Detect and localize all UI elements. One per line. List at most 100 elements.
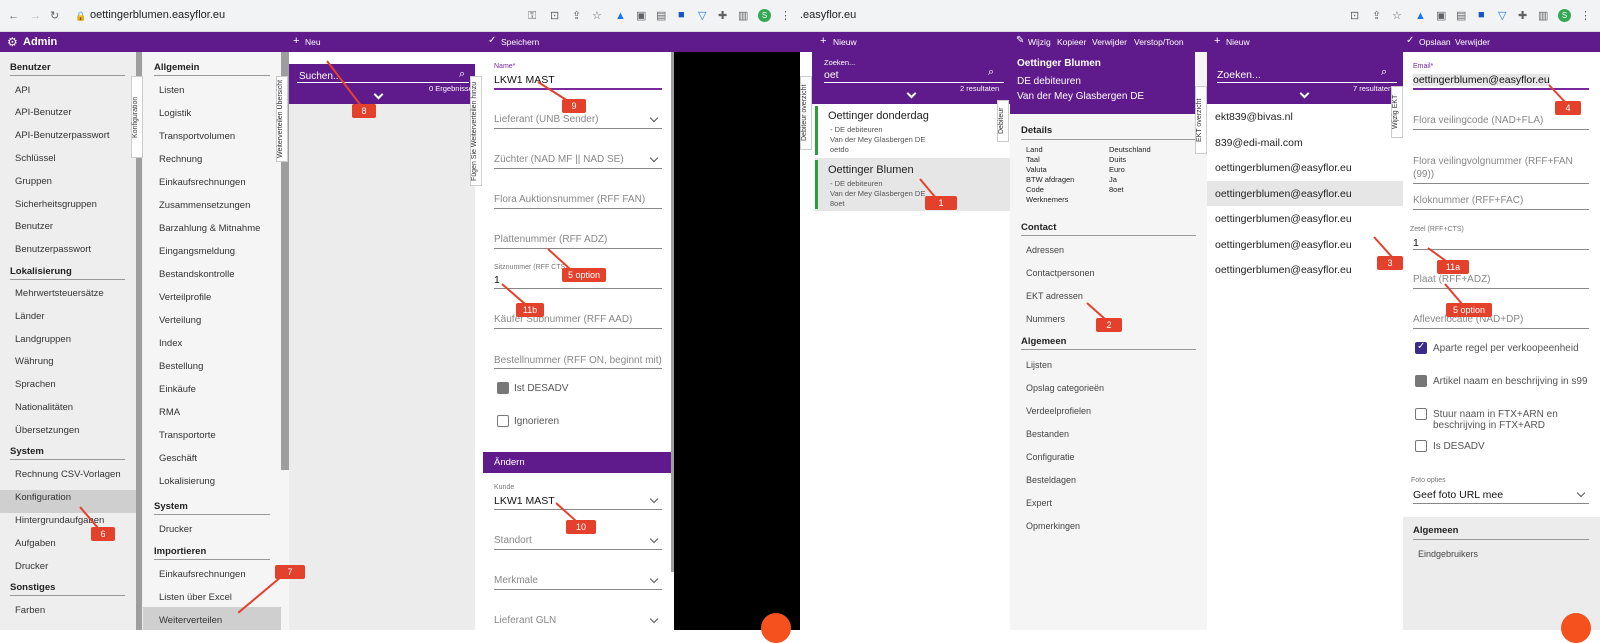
check-icon[interactable]: ✓ — [488, 35, 496, 46]
aparte-checkbox[interactable]: ✓ — [1415, 341, 1427, 354]
standort-select[interactable]: Standort — [494, 535, 532, 546]
sidebar-item[interactable]: Schlüssel — [15, 153, 56, 164]
lieferant-select[interactable]: Lieferant (UNB Sender) — [494, 114, 599, 125]
edit-button[interactable]: Wijzig — [1028, 37, 1051, 47]
sidepanel-icon[interactable]: ▥ — [738, 9, 748, 23]
sidebar-item[interactable]: API-Benutzerpasswort — [15, 130, 110, 141]
gear-icon[interactable]: ⚙ — [7, 35, 18, 49]
tab-debiteur-overzicht[interactable]: Debiteur overzicht — [800, 76, 812, 150]
contact-link[interactable]: EKT adressen — [1026, 291, 1083, 301]
flora-veil-field[interactable]: Flora veilingcode (NAD+FLA) — [1413, 115, 1543, 126]
zetel-field[interactable]: 1 — [1413, 237, 1419, 249]
tab-debiteur[interactable]: Debiteur — [997, 100, 1009, 142]
tab-weiterverteilen[interactable]: Weiterverteilen Übersicht — [276, 76, 288, 162]
sidebar-item[interactable]: Sicherheitsgruppen — [15, 199, 97, 210]
plus-icon[interactable]: + — [293, 35, 299, 47]
sub-item[interactable]: Index — [159, 338, 182, 349]
tab-ekt-overzicht[interactable]: EKT overzicht — [1195, 86, 1207, 154]
avatar[interactable]: S — [1558, 9, 1571, 22]
sub-item[interactable]: Listen — [159, 85, 184, 96]
drive-icon[interactable]: ▲ — [1415, 9, 1426, 23]
install-icon[interactable]: ⊡ — [550, 9, 559, 23]
sidebar-item[interactable]: Benutzer — [15, 221, 53, 232]
merkmale-select[interactable]: Merkmale — [494, 575, 538, 586]
platten-field[interactable]: Plattenummer (RFF ADZ) — [494, 234, 607, 245]
contact-link[interactable]: Adressen — [1026, 245, 1064, 255]
bestellnummer-field[interactable]: Bestellnummer (RFF ON, beginnt mit) — [494, 354, 662, 368]
extension-icon[interactable]: ■ — [678, 8, 685, 22]
star-icon[interactable]: ☆ — [1392, 9, 1402, 23]
sitz-field[interactable]: 1 — [494, 274, 500, 286]
sidebar-item[interactable]: Sprachen — [15, 379, 56, 390]
kaeufer-sub-field[interactable]: Käufer Subnummer (RFF AAD) — [494, 314, 632, 325]
extension-icon[interactable]: ▽ — [698, 9, 706, 23]
email-row[interactable]: oettingerblumen@easyflor.eu — [1215, 264, 1352, 276]
flora-auktion-field[interactable]: Flora Auktionsnummer (RFF FAN) — [494, 194, 645, 205]
back-icon[interactable]: ← — [8, 9, 19, 23]
sub-item[interactable]: Logistik — [159, 108, 191, 119]
ignorieren-checkbox[interactable] — [497, 415, 509, 427]
search-icon[interactable]: ⌕ — [1381, 66, 1387, 79]
extension-icon[interactable]: ▽ — [1498, 9, 1506, 23]
debtor-search-input[interactable]: oet — [824, 69, 839, 81]
ist-desadv-checkbox[interactable] — [497, 382, 509, 394]
zuechter-select[interactable]: Züchter (NAD MF || NAD SE) — [494, 154, 624, 165]
email-row[interactable]: oettingerblumen@easyflor.eu — [1215, 239, 1352, 251]
new-button[interactable]: Neu — [305, 37, 321, 47]
sidebar-item[interactable]: Benutzerpasswort — [15, 244, 91, 255]
is-desadv-checkbox[interactable] — [1415, 440, 1427, 452]
sidebar-item[interactable]: Aufgaben — [15, 538, 56, 549]
avatar[interactable]: S — [758, 9, 771, 22]
fab-button[interactable] — [761, 613, 791, 643]
algemeen-link[interactable]: Verdeelprofielen — [1026, 406, 1091, 416]
pencil-icon[interactable]: ✎ — [1016, 35, 1024, 46]
hide-button[interactable]: Verstop/Toon — [1134, 37, 1184, 47]
tab-add-weiterverteilen[interactable]: Fügen Sie Weiterverteilen hinzu — [470, 76, 482, 186]
algemeen-link[interactable]: Expert — [1026, 498, 1052, 508]
ekt-search-input[interactable]: Zoeken... — [1217, 69, 1261, 81]
extension-icon[interactable]: ▤ — [656, 9, 666, 23]
new-ekt-button[interactable]: Nieuw — [1226, 37, 1250, 47]
algemeen-link[interactable]: Bestanden — [1026, 429, 1069, 439]
sidebar-item[interactable]: Konfiguration — [15, 492, 71, 503]
sidebar-item[interactable]: Länder — [15, 311, 45, 322]
share-icon[interactable]: ⇪ — [1372, 9, 1381, 23]
key-icon[interactable]: ⚿ — [528, 9, 536, 23]
install-icon[interactable]: ⊡ — [1350, 9, 1359, 23]
sidebar-item[interactable]: Landgruppen — [15, 334, 71, 345]
sub-item[interactable]: Einkaufsrechnungen — [159, 177, 246, 188]
share-icon[interactable]: ⇪ — [572, 9, 581, 23]
sub-item[interactable]: Drucker — [159, 524, 192, 535]
sidebar-item[interactable]: Gruppen — [15, 176, 52, 187]
stuur-checkbox[interactable] — [1415, 408, 1427, 420]
fab-button[interactable] — [1561, 613, 1591, 643]
plus-icon[interactable]: + — [1214, 35, 1220, 47]
sub-item[interactable]: RMA — [159, 407, 180, 418]
sidebar-item[interactable]: Übersetzungen — [15, 425, 79, 436]
chevron-down-icon[interactable] — [1299, 88, 1310, 99]
sidebar-item[interactable]: API — [15, 85, 30, 96]
extension-icon[interactable]: ■ — [1478, 8, 1485, 22]
algemeen-link[interactable]: Besteldagen — [1026, 475, 1076, 485]
lieferant-gln-select[interactable]: Lieferant GLN — [494, 615, 556, 626]
sub-item[interactable]: Einkäufe — [159, 384, 196, 395]
tab-wijzig-ekt[interactable]: Wijzig EKT — [1391, 86, 1403, 138]
extension-icon[interactable]: ▣ — [1436, 9, 1446, 23]
sub-item[interactable]: Lokalisierung — [159, 476, 215, 487]
search-icon[interactable]: ⌕ — [988, 66, 994, 79]
sidebar-item[interactable]: Mehrwertsteuersätze — [15, 288, 104, 299]
sub-item[interactable]: Bestandskontrolle — [159, 269, 235, 280]
sub-item[interactable]: Weiterverteilen — [159, 615, 222, 626]
sidebar-item[interactable]: Nationalitäten — [15, 402, 73, 413]
email-field[interactable]: oettingerblumen@easyflor.eu — [1413, 74, 1550, 86]
sidebar-item[interactable]: API-Benutzer — [15, 107, 72, 118]
sub-item[interactable]: Einkaufsrechnungen — [159, 569, 246, 580]
sub-item[interactable]: Verteilung — [159, 315, 201, 326]
algemeen-link[interactable]: Opmerkingen — [1026, 521, 1080, 531]
algemeen-link[interactable]: Lijsten — [1026, 360, 1052, 370]
plaat-field[interactable]: Plaat (RFF+ADZ) — [1413, 274, 1491, 285]
puzzle-icon[interactable]: ✚ — [1518, 9, 1527, 23]
email-row[interactable]: ekt839@bivas.nl — [1215, 111, 1293, 123]
sub-item[interactable]: Transportvolumen — [159, 131, 235, 142]
menu-icon[interactable]: ⋮ — [1580, 9, 1591, 23]
